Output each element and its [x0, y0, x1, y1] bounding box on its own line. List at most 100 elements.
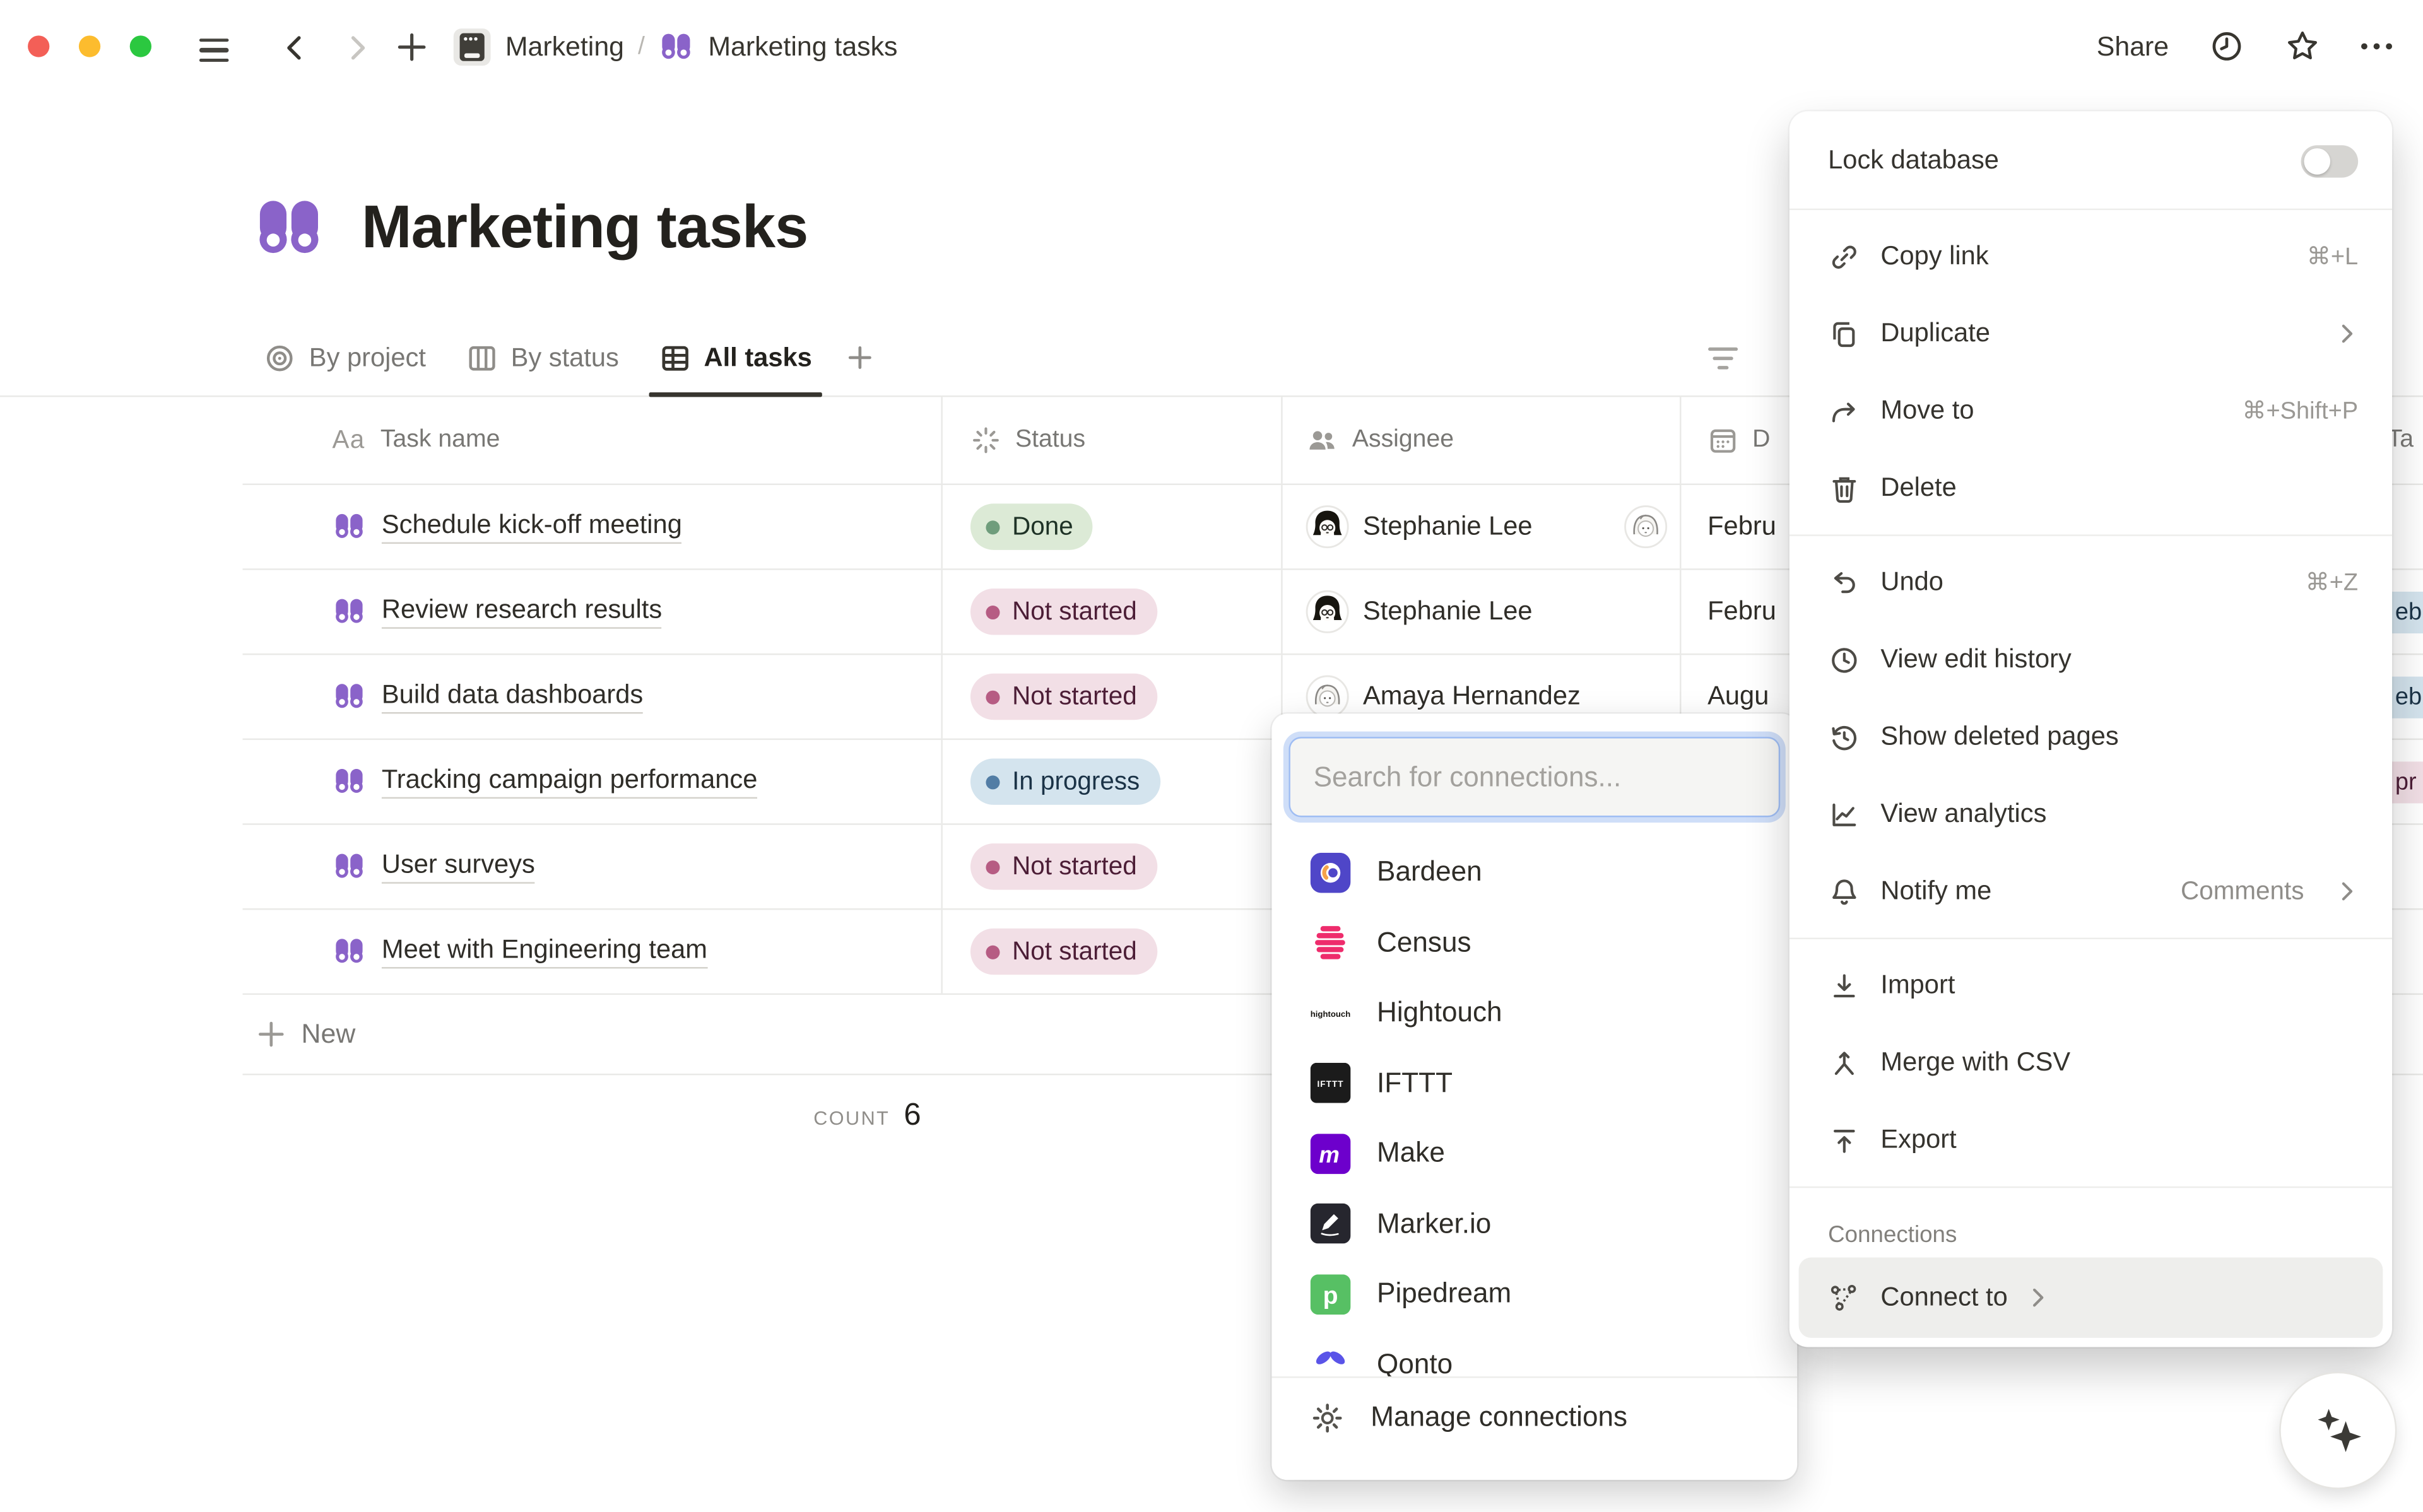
tab-all-tasks[interactable]: All tasks	[639, 321, 832, 394]
menu-item-merge-with-csv[interactable]: Merge with CSV	[1789, 1024, 2392, 1101]
title-property-icon: Aa	[333, 426, 365, 455]
manage-connections-button[interactable]: Manage connections	[1272, 1378, 1798, 1456]
connections-list: Bardeen Census hightouch Hightouch IFTTT…	[1272, 837, 1798, 1376]
status-cell[interactable]: Done	[943, 485, 1283, 568]
notion-ai-button[interactable]	[2281, 1373, 2395, 1487]
breadcrumb-separator: /	[638, 33, 645, 61]
clock-history-icon[interactable]	[2209, 30, 2243, 64]
filter-icon[interactable]	[1704, 340, 1742, 377]
status-cell[interactable]: Not started	[943, 910, 1283, 993]
avatar	[1306, 505, 1349, 549]
task-cell[interactable]: Meet with Engineering team	[242, 910, 942, 993]
menu-item-view-analytics[interactable]: View analytics	[1789, 775, 2392, 852]
connection-item-bardeen[interactable]: Bardeen	[1272, 837, 1798, 907]
connection-item-pipedream[interactable]: p Pipedream	[1272, 1259, 1798, 1329]
search-input[interactable]	[1290, 761, 1779, 793]
task-title-link[interactable]: Build data dashboards	[382, 680, 643, 714]
assignee-name: Stephanie Lee	[1363, 596, 1533, 627]
menu-item-label: Merge with CSV	[1880, 1047, 2358, 1078]
more-options-icon[interactable]	[2361, 43, 2392, 50]
connection-item-hightouch[interactable]: hightouch Hightouch	[1272, 978, 1798, 1048]
status-cell[interactable]: Not started	[943, 655, 1283, 738]
menu-item-delete[interactable]: Delete	[1789, 450, 2392, 527]
census-logo-icon	[1311, 923, 1351, 963]
add-view-button[interactable]	[832, 321, 890, 394]
calendar-icon	[1707, 425, 1738, 455]
task-title-link[interactable]: Meet with Engineering team	[382, 935, 707, 969]
notion-window: Marketing / Marketing tasks Share	[0, 0, 2423, 1512]
tab-by-status[interactable]: By status	[446, 321, 639, 394]
lock-database-toggle[interactable]	[2301, 144, 2359, 177]
menu-item-undo[interactable]: Undo ⌘+Z	[1789, 544, 2392, 621]
connection-item-marker-io[interactable]: Marker.io	[1272, 1188, 1798, 1258]
binoculars-icon	[659, 30, 694, 65]
menu-item-import[interactable]: Import	[1789, 947, 2392, 1024]
share-button[interactable]: Share	[2097, 30, 2169, 62]
menu-item-view-edit-history[interactable]: View edit history	[1789, 621, 2392, 698]
page-binoculars-icon[interactable]	[252, 192, 326, 266]
task-cell[interactable]: User surveys	[242, 825, 942, 908]
count-label: COUNT	[813, 1107, 890, 1128]
task-title-link[interactable]: Review research results	[382, 595, 662, 629]
connection-item-ifttt[interactable]: IFTTT IFTTT	[1272, 1048, 1798, 1118]
column-header-assignee[interactable]: Assignee	[1283, 397, 1682, 483]
status-cell[interactable]: In progress	[943, 740, 1283, 823]
zoom-window-button[interactable]	[130, 35, 151, 57]
connection-item-make[interactable]: m Make	[1272, 1118, 1798, 1188]
task-cell[interactable]: Build data dashboards	[242, 655, 942, 738]
column-header-status[interactable]: Status	[943, 397, 1283, 483]
task-cell[interactable]: Schedule kick-off meeting	[242, 485, 942, 568]
avatar	[1306, 590, 1349, 634]
task-title-link[interactable]: Schedule kick-off meeting	[382, 510, 682, 544]
minimize-window-button[interactable]	[79, 35, 100, 57]
menu-item-connect-to[interactable]: Connect to	[1799, 1257, 2383, 1337]
menu-item-lock-database[interactable]: Lock database	[1789, 120, 2392, 201]
task-cell[interactable]: Review research results	[242, 570, 942, 653]
menu-item-duplicate[interactable]: Duplicate	[1789, 295, 2392, 372]
forward-icon[interactable]	[341, 32, 372, 63]
marker-io-logo-icon	[1311, 1204, 1351, 1244]
marketing-page-icon	[453, 28, 492, 66]
binoculars-icon	[333, 595, 367, 629]
breadcrumb-page[interactable]: Marketing tasks	[708, 31, 897, 63]
tab-by-project[interactable]: By project	[244, 321, 446, 394]
connections-search-box	[1288, 737, 1780, 817]
task-cell[interactable]: Tracking campaign performance	[242, 740, 942, 823]
assignee-cell[interactable]: Stephanie Lee	[1283, 485, 1682, 568]
back-icon[interactable]	[280, 32, 310, 63]
task-title-link[interactable]: Tracking campaign performance	[382, 765, 757, 799]
menu-item-move-to[interactable]: Move to ⌘+Shift+P	[1789, 372, 2392, 449]
close-window-button[interactable]	[28, 35, 49, 57]
connection-label: Qonto	[1377, 1348, 1453, 1376]
menu-item-label: View edit history	[1880, 644, 2358, 675]
new-page-icon[interactable]	[396, 31, 428, 63]
sidebar-menu-icon[interactable]	[199, 38, 229, 62]
connection-item-census[interactable]: Census	[1272, 908, 1798, 978]
menu-item-label: Import	[1880, 970, 2358, 1001]
target-icon	[264, 342, 295, 373]
breadcrumb: Marketing / Marketing tasks	[453, 28, 898, 66]
menu-item-copy-link[interactable]: Copy link ⌘+L	[1789, 218, 2392, 295]
duplicate-icon	[1828, 317, 1860, 349]
qonto-logo-icon	[1311, 1344, 1351, 1376]
count-cell[interactable]: COUNT6	[242, 1098, 942, 1133]
connection-label: Hightouch	[1377, 997, 1502, 1029]
menu-item-show-deleted-pages[interactable]: Show deleted pages	[1789, 698, 2392, 775]
menu-shortcut: ⌘+Shift+P	[2243, 396, 2359, 426]
favorite-star-icon[interactable]	[2283, 28, 2320, 65]
connection-item-qonto[interactable]: Qonto	[1272, 1329, 1798, 1376]
breadcrumb-root[interactable]: Marketing	[505, 31, 624, 63]
column-header-task-name[interactable]: Aa Task name	[242, 397, 942, 483]
chevron-right-icon	[2337, 323, 2358, 344]
status-cell[interactable]: Not started	[943, 570, 1283, 653]
menu-item-notify-me[interactable]: Notify me Comments	[1789, 853, 2392, 930]
menu-item-label: Duplicate	[1880, 318, 2316, 349]
page-title: Marketing tasks	[362, 195, 808, 263]
menu-shortcut: ⌘+L	[2307, 242, 2358, 271]
svg-text:IFTTT: IFTTT	[1317, 1079, 1343, 1089]
menu-item-label: Delete	[1880, 472, 2358, 503]
status-cell[interactable]: Not started	[943, 825, 1283, 908]
assignee-cell[interactable]: Stephanie Lee	[1283, 570, 1682, 653]
menu-item-export[interactable]: Export	[1789, 1101, 2392, 1178]
task-title-link[interactable]: User surveys	[382, 850, 535, 884]
